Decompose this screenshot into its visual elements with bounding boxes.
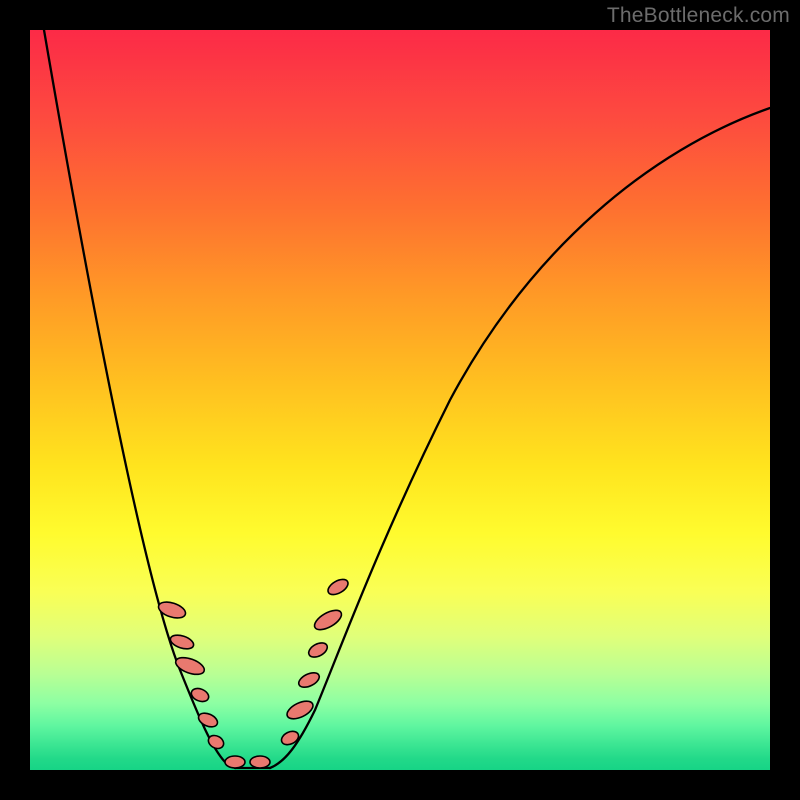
- chart-stage: TheBottleneck.com: [0, 0, 800, 800]
- plot-area: [30, 30, 770, 770]
- marker-right-0: [279, 729, 300, 748]
- marker-bottom-1: [250, 756, 270, 768]
- curve-layer: [30, 30, 770, 770]
- marker-left-2: [174, 654, 207, 677]
- marker-right-3: [306, 640, 329, 660]
- curve-left-branch: [44, 30, 235, 768]
- curve-right-branch: [270, 108, 770, 768]
- marker-right-4: [312, 606, 345, 633]
- marker-left-4: [196, 710, 219, 729]
- markers-right: [279, 576, 350, 747]
- marker-left-0: [157, 599, 188, 621]
- markers-bottom: [225, 756, 270, 768]
- marker-right-2: [296, 670, 321, 690]
- marker-bottom-0: [225, 756, 245, 768]
- marker-right-5: [325, 576, 350, 597]
- markers-left: [157, 599, 226, 751]
- watermark-text: TheBottleneck.com: [607, 4, 790, 28]
